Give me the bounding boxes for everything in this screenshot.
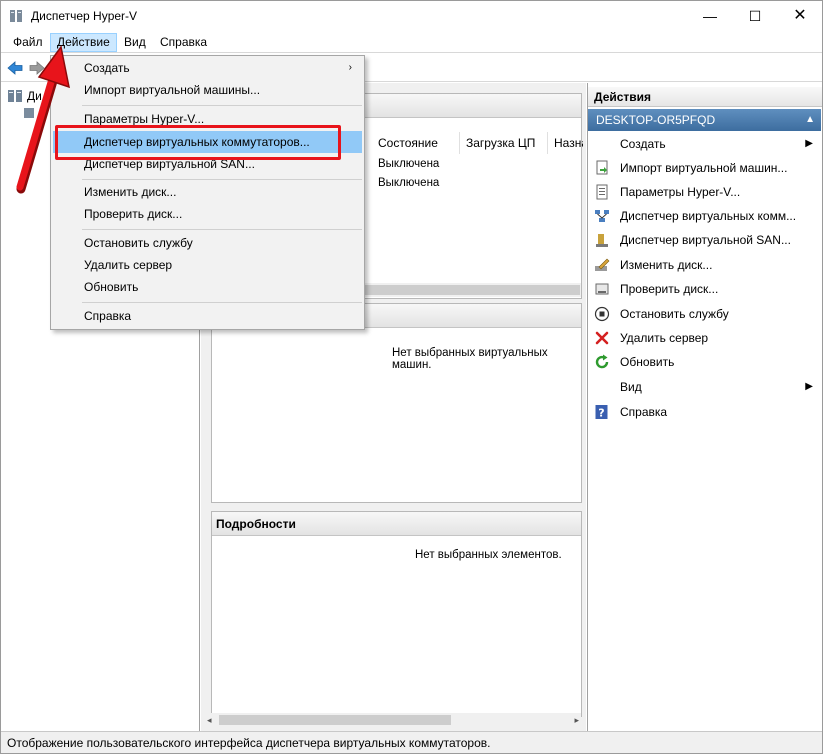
actions-host-header[interactable]: DESKTOP-OR5PFQD ▲ bbox=[588, 109, 821, 131]
action-create-label: Создать bbox=[620, 137, 666, 151]
action-import[interactable]: Импорт виртуальной машин... bbox=[588, 157, 821, 179]
delete-icon bbox=[595, 331, 609, 345]
action-help[interactable]: ? Справка bbox=[588, 401, 821, 423]
hyperv-app-icon bbox=[10, 10, 22, 22]
close-button[interactable]: ✕ bbox=[777, 1, 822, 31]
snapshots-panel: Нет выбранных виртуальных машин. bbox=[211, 303, 582, 503]
column-assigned[interactable]: Назна bbox=[548, 132, 583, 154]
scroll-right-icon[interactable]: ▸ bbox=[574, 713, 579, 727]
dropdown-import-vm[interactable]: Импорт виртуальной машины... bbox=[53, 79, 362, 101]
column-cpu[interactable]: Загрузка ЦП bbox=[460, 132, 548, 154]
action-virtual-san-manager[interactable]: Диспетчер виртуальной SAN... bbox=[588, 229, 821, 251]
submenu-arrow-icon: ▶ bbox=[805, 138, 813, 149]
action-stop-service[interactable]: Остановить службу bbox=[588, 303, 821, 325]
dropdown-edit-disk[interactable]: Изменить диск... bbox=[53, 181, 362, 203]
details-empty-text: Нет выбранных элементов. bbox=[415, 549, 562, 561]
maximize-button[interactable]: ☐ bbox=[732, 1, 778, 31]
submenu-chevron-icon: › bbox=[348, 62, 352, 73]
details-panel: Подробности Нет выбранных элементов. bbox=[211, 511, 582, 717]
submenu-arrow-icon: ▶ bbox=[805, 381, 813, 392]
action-edit-disk-label: Изменить диск... bbox=[620, 258, 713, 272]
menu-bar: Файл Действие Вид Справка bbox=[1, 31, 822, 53]
inspect-disk-icon bbox=[595, 283, 609, 295]
collapse-up-icon[interactable]: ▲ bbox=[805, 109, 815, 131]
action-import-label: Импорт виртуальной машин... bbox=[620, 161, 788, 175]
dropdown-separator bbox=[82, 105, 362, 106]
snapshots-empty-text: Нет выбранных виртуальных машин. bbox=[392, 347, 548, 371]
scroll-left-icon[interactable]: ◂ bbox=[207, 713, 212, 727]
dropdown-inspect-disk[interactable]: Проверить диск... bbox=[53, 203, 362, 225]
window-title: Диспетчер Hyper-V bbox=[31, 9, 138, 23]
action-remove-server-label: Удалить сервер bbox=[620, 331, 709, 345]
stop-icon bbox=[594, 306, 610, 322]
edit-disk-icon bbox=[595, 258, 610, 271]
title-bar: Диспетчер Hyper-V — ☐ ✕ bbox=[1, 1, 822, 31]
details-header: Подробности bbox=[212, 512, 581, 536]
action-view[interactable]: Вид ▶ bbox=[588, 376, 821, 398]
actions-title: Действия bbox=[588, 87, 822, 107]
action-inspect-disk-label: Проверить диск... bbox=[620, 282, 719, 296]
column-state[interactable]: Состояние bbox=[372, 132, 460, 154]
dropdown-remove-server[interactable]: Удалить сервер bbox=[53, 254, 362, 276]
annotation-highlight-box bbox=[55, 125, 341, 160]
action-edit-disk[interactable]: Изменить диск... bbox=[588, 254, 821, 276]
action-inspect-disk[interactable]: Проверить диск... bbox=[588, 278, 821, 300]
action-create[interactable]: Создать ▶ bbox=[588, 133, 821, 155]
action-refresh-label: Обновить bbox=[620, 355, 675, 369]
center-hscroll[interactable]: ◂ ▸ bbox=[205, 713, 581, 727]
settings-page-icon bbox=[596, 184, 608, 200]
san-icon bbox=[596, 234, 608, 247]
network-switch-icon bbox=[595, 210, 609, 222]
help-icon: ? bbox=[595, 405, 608, 420]
vm-list-hscroll-thumb[interactable] bbox=[362, 285, 580, 295]
action-virtual-switch-manager-label: Диспетчер виртуальных комм... bbox=[620, 209, 797, 223]
action-virtual-switch-manager[interactable]: Диспетчер виртуальных комм... bbox=[588, 205, 821, 227]
action-stop-service-label: Остановить службу bbox=[620, 307, 729, 321]
dropdown-help[interactable]: Справка bbox=[53, 305, 362, 327]
refresh-icon bbox=[595, 354, 609, 369]
action-hyperv-settings[interactable]: Параметры Hyper-V... bbox=[588, 181, 821, 203]
action-dropdown-menu: Создать › Импорт виртуальной машины... П… bbox=[50, 55, 365, 330]
hyperv-manager-window: Диспетчер Hyper-V — ☐ ✕ Файл Действие Ви… bbox=[0, 0, 823, 754]
actions-host-label: DESKTOP-OR5PFQD bbox=[596, 113, 716, 127]
vm-row-2-state[interactable]: Выключена bbox=[378, 177, 439, 189]
menu-view[interactable]: Вид bbox=[118, 33, 152, 52]
center-hscroll-thumb[interactable] bbox=[219, 715, 451, 725]
vm-row-1-state[interactable]: Выключена bbox=[378, 158, 439, 170]
dropdown-create[interactable]: Создать › bbox=[53, 57, 362, 79]
annotation-arrow-icon bbox=[16, 45, 70, 194]
actions-pane: Действия DESKTOP-OR5PFQD ▲ Создать ▶ Имп… bbox=[587, 83, 822, 731]
action-virtual-san-manager-label: Диспетчер виртуальной SAN... bbox=[620, 233, 791, 247]
menu-help[interactable]: Справка bbox=[154, 33, 213, 52]
status-bar: Отображение пользовательского интерфейса… bbox=[1, 731, 822, 753]
action-refresh[interactable]: Обновить bbox=[588, 351, 821, 373]
minimize-button[interactable]: — bbox=[687, 1, 733, 31]
action-help-label: Справка bbox=[620, 405, 668, 419]
import-icon bbox=[596, 160, 608, 175]
action-view-label: Вид bbox=[620, 380, 642, 394]
svg-text:?: ? bbox=[598, 407, 604, 420]
dropdown-separator bbox=[82, 302, 362, 303]
dropdown-refresh[interactable]: Обновить bbox=[53, 276, 362, 298]
dropdown-separator bbox=[82, 179, 362, 180]
action-hyperv-settings-label: Параметры Hyper-V... bbox=[620, 185, 741, 199]
dropdown-stop-service[interactable]: Остановить службу bbox=[53, 232, 362, 254]
action-remove-server[interactable]: Удалить сервер bbox=[588, 327, 821, 349]
dropdown-separator bbox=[82, 229, 362, 230]
